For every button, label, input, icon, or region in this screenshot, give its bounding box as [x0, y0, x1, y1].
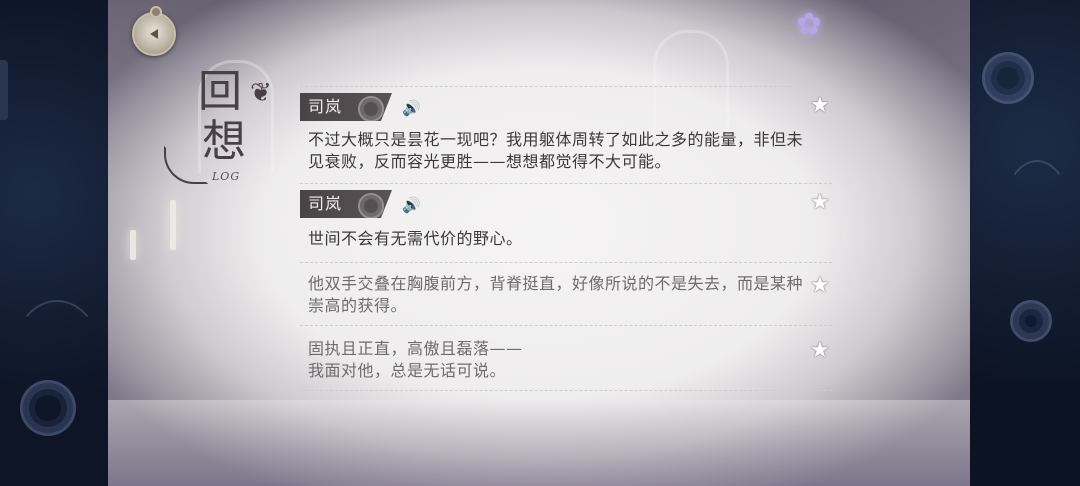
- log-entry: ★ 固执且正直，高傲且磊落—— 我面对他，总是无话可说。: [300, 325, 832, 391]
- title-char-1: 回: [198, 66, 242, 117]
- rose-ornament: [1010, 300, 1052, 342]
- rose-icon: [358, 193, 384, 218]
- speaker-icon[interactable]: 🔊: [402, 196, 421, 214]
- entry-text: 他双手交叠在胸腹前方，背脊挺直，好像所说的不是失去，而是某种崇高的获得。: [308, 274, 804, 315]
- log-entry: 司岚 🔊 ★ 世间不会有无需代价的野心。: [300, 183, 832, 262]
- compass-button[interactable]: [132, 6, 176, 56]
- log-entry: ★ 他双手交叠在胸腹前方，背脊挺直，好像所说的不是失去，而是某种崇高的获得。: [300, 262, 832, 325]
- compass-icon: [150, 29, 158, 39]
- bottom-haze: [108, 400, 970, 486]
- star-icon[interactable]: ★: [810, 192, 832, 214]
- rose-icon: [358, 96, 384, 121]
- speaker-tag: 司岚: [300, 93, 392, 121]
- background-right-panel: [970, 0, 1080, 486]
- rose-ornament: [982, 52, 1034, 104]
- flower-icon: ✿: [796, 7, 822, 42]
- speaker-row: 司岚 🔊 ★: [300, 87, 832, 121]
- speaker-name: 司岚: [308, 194, 343, 213]
- entry-text: 不过大概只是昙花一现吧？我用躯体周转了如此之多的能量，非但未见衰败，反而容光更胜…: [308, 130, 804, 171]
- background-left-panel: [0, 0, 108, 486]
- speaker-tag: 司岚: [300, 190, 392, 218]
- speaker-name: 司岚: [308, 97, 343, 116]
- title-char-2: 想: [202, 116, 246, 167]
- speaker-icon[interactable]: 🔊: [402, 99, 421, 117]
- speaker-row: 司岚 🔊 ★: [300, 184, 832, 218]
- star-icon[interactable]: ★: [810, 340, 832, 362]
- vine-ornament: [10, 300, 104, 424]
- star-icon[interactable]: ★: [810, 95, 832, 117]
- log-title: 回 想 ❦ LOG: [160, 68, 280, 198]
- entry-text: 固执且正直，高傲且磊落—— 我面对他，总是无话可说。: [308, 339, 523, 380]
- title-subtitle: LOG: [212, 170, 241, 183]
- vine-ornament: [1000, 160, 1074, 284]
- log-entry: 司岚 🔊 ★ 不过大概只是昙花一现吧？我用躯体周转了如此之多的能量，非但未见衰败…: [300, 86, 832, 179]
- entry-text: 世间不会有无需代价的野心。: [308, 229, 523, 248]
- edge-handle: [0, 60, 8, 120]
- star-icon[interactable]: ★: [810, 275, 832, 297]
- log-list: 司岚 🔊 ★ 不过大概只是昙花一现吧？我用躯体周转了如此之多的能量，非但未见衰败…: [300, 86, 832, 391]
- butterfly-icon: ❦: [250, 78, 272, 108]
